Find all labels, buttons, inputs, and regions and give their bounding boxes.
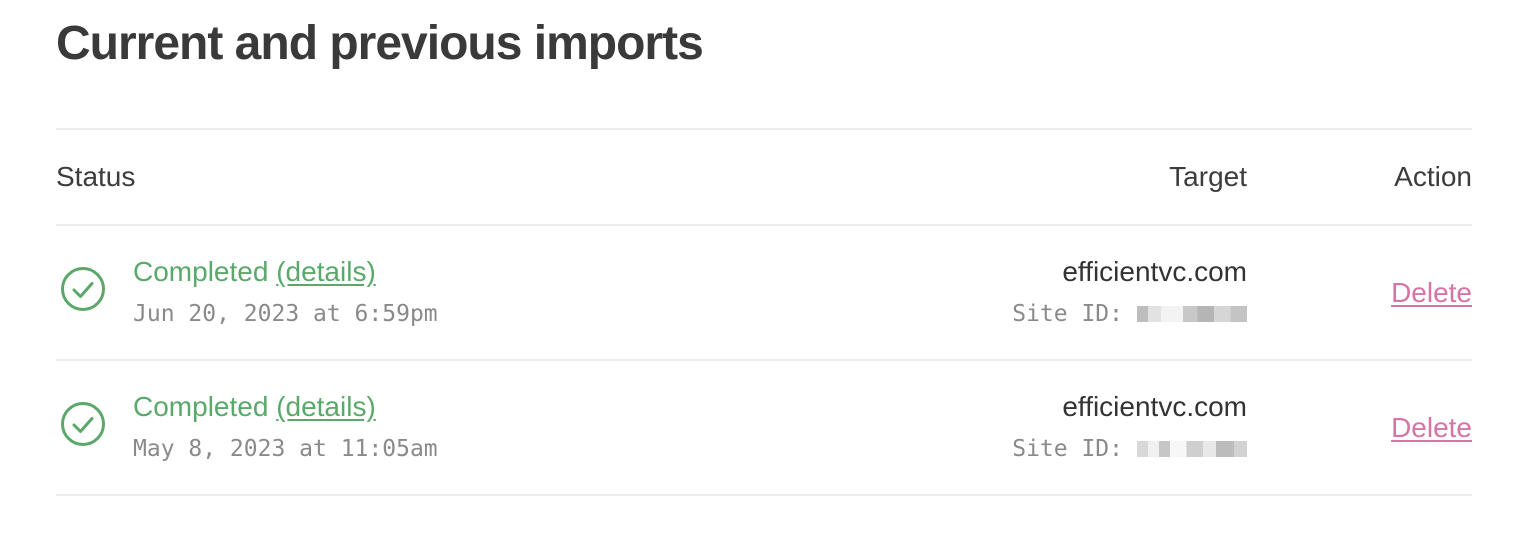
delete-button[interactable]: Delete [1391, 412, 1472, 444]
column-header-action: Action [1394, 161, 1472, 192]
site-id-label: Site ID: [1012, 301, 1123, 327]
delete-button[interactable]: Delete [1391, 277, 1472, 309]
redacted-site-id [1137, 441, 1247, 457]
column-header-status: Status [56, 161, 136, 192]
status-text: Completed (details) [133, 256, 376, 288]
target-domain: efficientvc.com [1062, 391, 1247, 422]
status-label: Completed [133, 256, 269, 287]
import-timestamp: May 8, 2023 at 11:05am [133, 436, 438, 462]
table-row: Completed (details) May 8, 2023 at 11:05… [56, 361, 1472, 494]
details-link[interactable]: (details) [276, 256, 376, 287]
redacted-site-id [1137, 306, 1247, 322]
import-timestamp: Jun 20, 2023 at 6:59pm [133, 301, 438, 327]
table-header: Status Target Action [56, 130, 1472, 224]
details-link[interactable]: (details) [276, 391, 376, 422]
target-domain: efficientvc.com [1062, 256, 1247, 287]
site-id: Site ID: [1012, 436, 1247, 462]
status-label: Completed [133, 391, 269, 422]
divider [56, 494, 1472, 496]
column-header-target: Target [1169, 161, 1247, 192]
imports-table: Status Target Action Completed (details)… [56, 128, 1472, 496]
status-text: Completed (details) [133, 391, 376, 423]
check-circle-icon [60, 401, 106, 447]
check-circle-icon [60, 266, 106, 312]
site-id: Site ID: [1012, 301, 1247, 327]
table-row: Completed (details) Jun 20, 2023 at 6:59… [56, 226, 1472, 359]
page-title: Current and previous imports [56, 17, 704, 70]
site-id-label: Site ID: [1012, 436, 1123, 462]
